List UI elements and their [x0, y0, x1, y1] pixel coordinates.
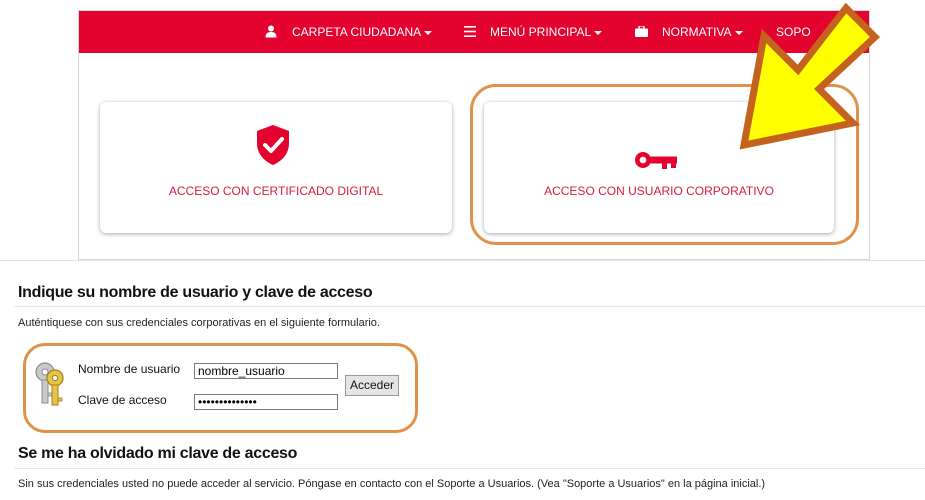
username-input[interactable] [194, 363, 338, 379]
shield-check-icon [257, 125, 289, 165]
divider [14, 468, 925, 469]
pointer-arrow-icon [739, 2, 881, 150]
keys-icon [35, 362, 64, 406]
corporate-access-label: ACCESO CON USUARIO CORPORATIVO [544, 184, 774, 198]
login-description: Auténtiquese con sus credenciales corpor… [18, 317, 380, 329]
chevron-down-icon [594, 30, 603, 35]
password-label: Clave de acceso [78, 393, 167, 407]
chevron-down-icon [424, 30, 433, 35]
login-section: Indique su nombre de usuario y clave de … [0, 260, 925, 500]
certificate-access-label: ACCESO CON CERTIFICADO DIGITAL [168, 184, 384, 198]
divider [14, 306, 925, 307]
briefcase-icon [635, 26, 648, 37]
certificate-access-card[interactable]: ACCESO CON CERTIFICADO DIGITAL [100, 102, 452, 233]
nav-item-label: MENÚ PRINCIPAL [490, 25, 592, 39]
nav-item-carpeta-ciudadana[interactable]: CARPETA CIUDADANA [292, 11, 433, 53]
nav-item-menu-principal[interactable]: MENÚ PRINCIPAL [490, 11, 603, 53]
nav-item-label: CARPETA CIUDADANA [292, 25, 422, 39]
user-icon [265, 25, 277, 38]
login-heading: Indique su nombre de usuario y clave de … [18, 284, 373, 301]
key-icon [635, 152, 677, 169]
menu-icon [464, 26, 476, 37]
username-label: Nombre de usuario [78, 362, 181, 376]
forgot-text: Sin sus credenciales usted no puede acce… [18, 478, 766, 490]
nav-item-label: NORMATIVA [662, 25, 732, 39]
password-input[interactable] [194, 394, 338, 410]
submit-button[interactable]: Acceder [345, 375, 400, 396]
forgot-heading: Se me ha olvidado mi clave de acceso [18, 445, 298, 462]
